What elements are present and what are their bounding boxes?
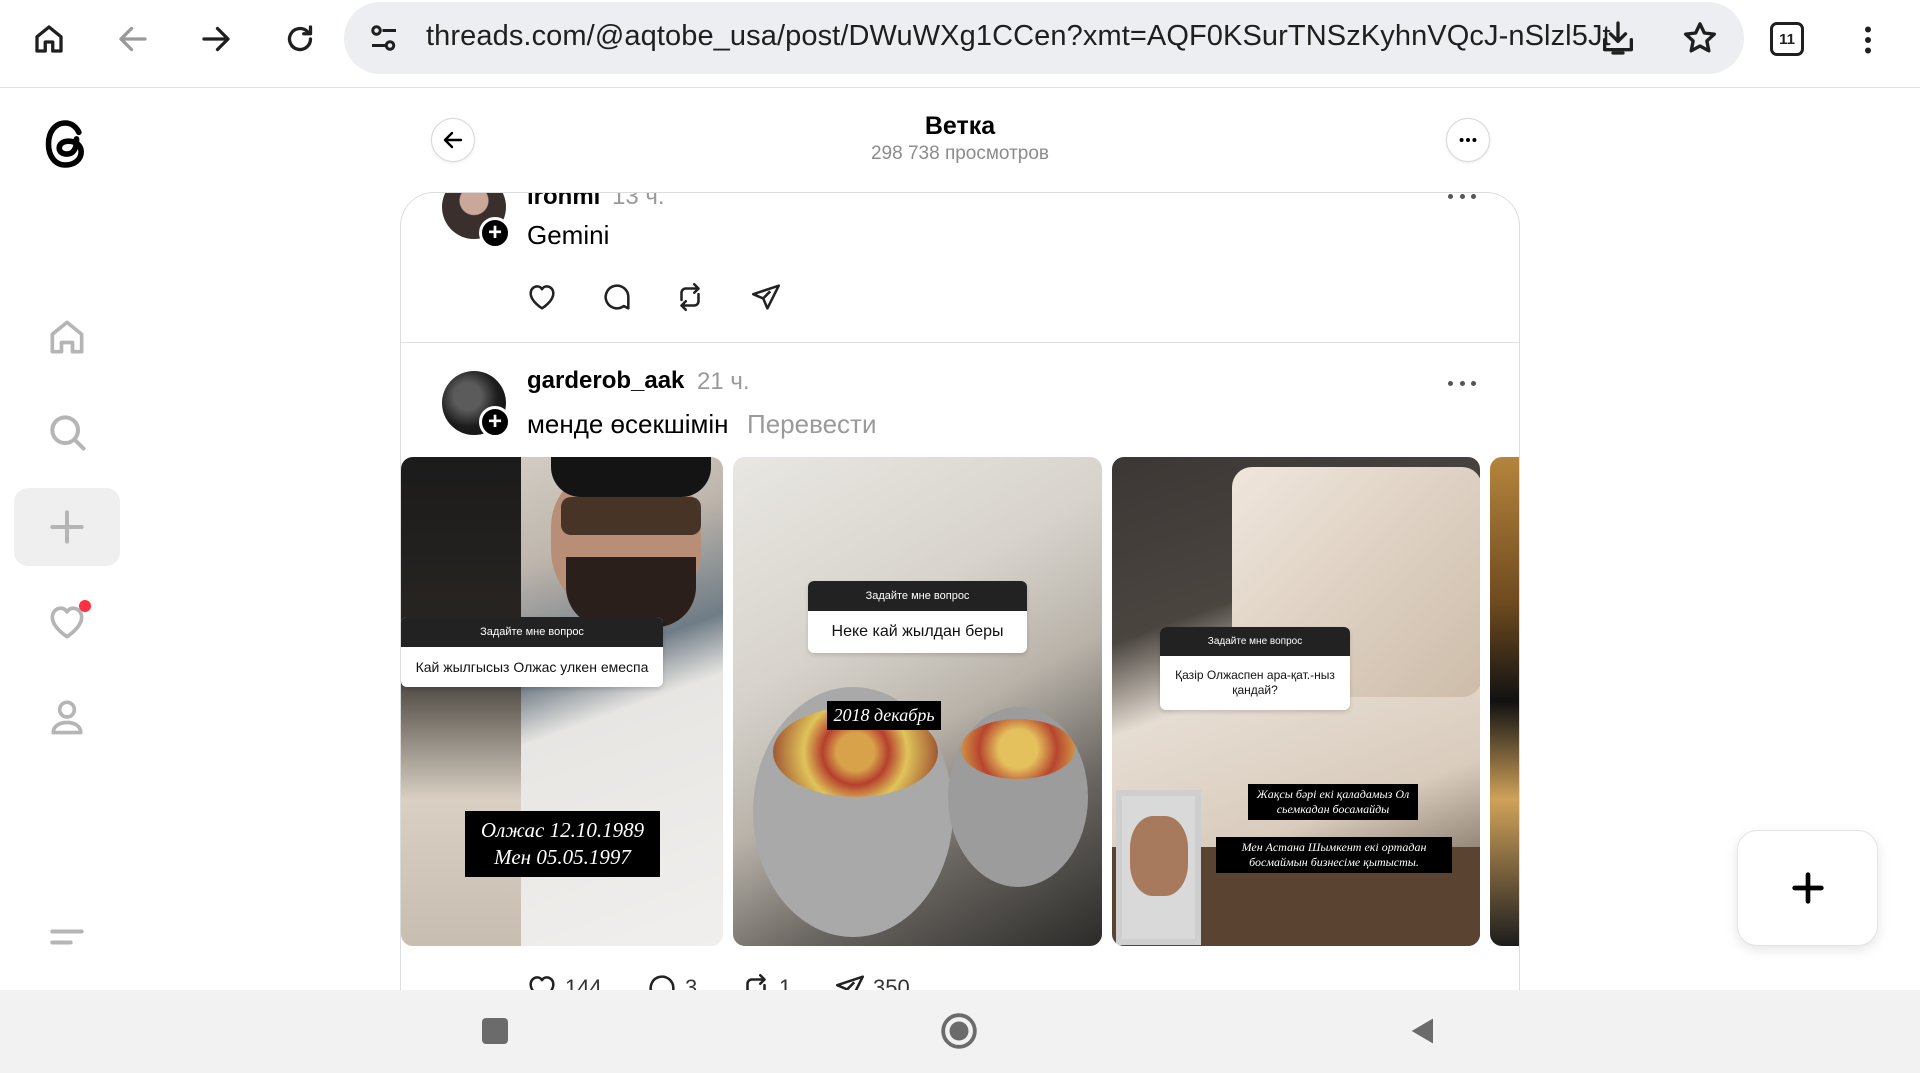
address-bar[interactable]: threads.com/@aqtobe_usa/post/DWuWXg1CCen… [344,2,1744,74]
download-icon[interactable] [1598,18,1638,58]
back-triangle-icon[interactable] [1400,1008,1446,1054]
thread-back-button[interactable] [431,118,475,162]
nav-home[interactable] [14,298,120,376]
caption-line: Олжас 12.10.1989 [480,818,645,842]
reply-count: 3 [685,975,698,990]
post-image[interactable]: Задайте мне вопрос Кай жылгысыз Олжас ул… [401,457,723,946]
nav-activity[interactable] [14,583,120,661]
photo-caption: Олжас 12.10.1989 Мен 05.05.1997 [465,811,660,877]
post-image[interactable]: Задайте мне вопрос Қазір Олжаспен ара-қа… [1112,457,1480,946]
question-text: Неке кай жылдан беры [831,623,1004,640]
question-title: Задайте мне вопрос [808,581,1027,611]
question-sticker: Задайте мне вопрос Неке кай жылдан беры [808,581,1027,653]
repost-button[interactable] [673,280,707,314]
forward-arrow-icon[interactable] [188,14,244,64]
more-dots-icon [1459,137,1477,143]
translate-link[interactable]: Перевести [747,409,876,440]
new-thread-button[interactable] [1737,830,1878,946]
thread-feed: + ironmi 13 ч. Gemini + garderob_aak 21 … [400,192,1520,990]
browser-toolbar: threads.com/@aqtobe_usa/post/DWuWXg1CCen… [0,0,1920,88]
nav-menu[interactable] [14,898,120,976]
post-more-icon[interactable] [1448,381,1476,389]
question-sticker: Задайте мне вопрос Қазір Олжаспен ара-қа… [1160,627,1350,710]
repost-button[interactable]: 1 [739,971,791,990]
caption-line: Мен 05.05.1997 [494,845,631,869]
nav-profile[interactable] [14,678,120,756]
photo-caption: 2018 декабрь [827,701,941,730]
reload-icon[interactable] [272,14,328,64]
reply-button[interactable] [600,280,634,314]
repost-icon [680,282,700,312]
comment-icon [649,975,675,990]
question-title: Задайте мне вопрос [1160,627,1350,656]
back-arrow-icon [443,131,463,149]
follow-plus-icon[interactable]: + [479,217,511,249]
question-sticker: Задайте мне вопрос Кай жылгысыз Олжас ул… [401,617,663,687]
home-icon [50,320,84,354]
recents-square [482,1018,508,1044]
back-triangle-shape [1411,1018,1433,1044]
share-button[interactable]: 350 [833,971,910,990]
heart-icon [529,976,555,990]
reply-button[interactable]: 3 [645,971,697,990]
question-title: Задайте мне вопрос [401,617,663,647]
username[interactable]: garderob_aak [527,367,684,395]
follow-plus-icon[interactable]: + [479,406,511,438]
post-more-icon[interactable] [1448,194,1476,202]
home-icon[interactable] [21,14,77,64]
repost-icon [746,973,766,990]
like-button[interactable] [525,280,559,314]
post-image[interactable]: Задайте мне вопрос Неке кай жылдан беры … [733,457,1102,946]
sunglasses-shape [561,497,701,535]
page-title: Ветка [924,112,996,140]
photo-frame-shape [1116,790,1201,945]
post-divider [401,342,1519,343]
plus-icon [1791,872,1824,904]
timestamp: 21 ч. [697,368,750,395]
search-icon [50,415,86,451]
nav-search[interactable] [14,393,120,471]
menu-icon [50,929,84,945]
left-navigation [0,88,135,988]
send-icon [835,975,865,990]
hair-shape [551,457,711,497]
recents-icon[interactable] [472,1008,518,1054]
tab-switcher-icon[interactable]: 11 [1770,22,1804,56]
send-icon [751,284,781,310]
post-text: менде өсекшімін [527,409,729,439]
view-count: 298 738 просмотров [870,143,1050,164]
url-text[interactable]: threads.com/@aqtobe_usa/post/DWuWXg1CCen… [426,20,1611,53]
like-count: 144 [565,975,602,990]
post-text: Gemini [527,220,610,250]
back-arrow-icon[interactable] [105,14,161,64]
comment-icon [604,284,630,310]
notification-dot [79,600,91,612]
question-text: Кай жылгысыз Олжас улкен емеспа [415,659,649,675]
nav-create[interactable] [14,488,120,566]
fruit-shape [961,719,1075,779]
home-circle-shape [941,1013,977,1049]
site-settings-icon[interactable] [366,20,402,56]
home-circle-icon[interactable] [936,1008,982,1054]
username[interactable]: ironmi [527,193,600,211]
share-button[interactable] [749,280,783,314]
photo-caption: Мен Астана Шымкент екі ортадан босмаймын… [1216,837,1452,873]
overflow-menu-icon[interactable] [1850,18,1886,62]
repost-count: 1 [779,975,792,990]
create-plus-icon [50,510,84,544]
portrait-shape [1130,816,1188,896]
heart-icon [529,285,555,310]
thread-more-button[interactable] [1446,118,1490,162]
share-count: 350 [873,975,910,990]
photo-caption: Жақсы бәрі екі қаладамыз Ол сьемкадан бо… [1248,784,1418,820]
profile-icon [51,700,83,735]
system-navigation-bar [0,990,1920,1073]
question-text: Қазір Олжаспен ара-қат.-ныз қандай? [1175,668,1335,697]
post-image[interactable] [1490,457,1519,946]
timestamp: 13 ч. [612,192,665,210]
like-button[interactable]: 144 [525,971,602,990]
bookmark-star-icon[interactable] [1680,18,1720,58]
